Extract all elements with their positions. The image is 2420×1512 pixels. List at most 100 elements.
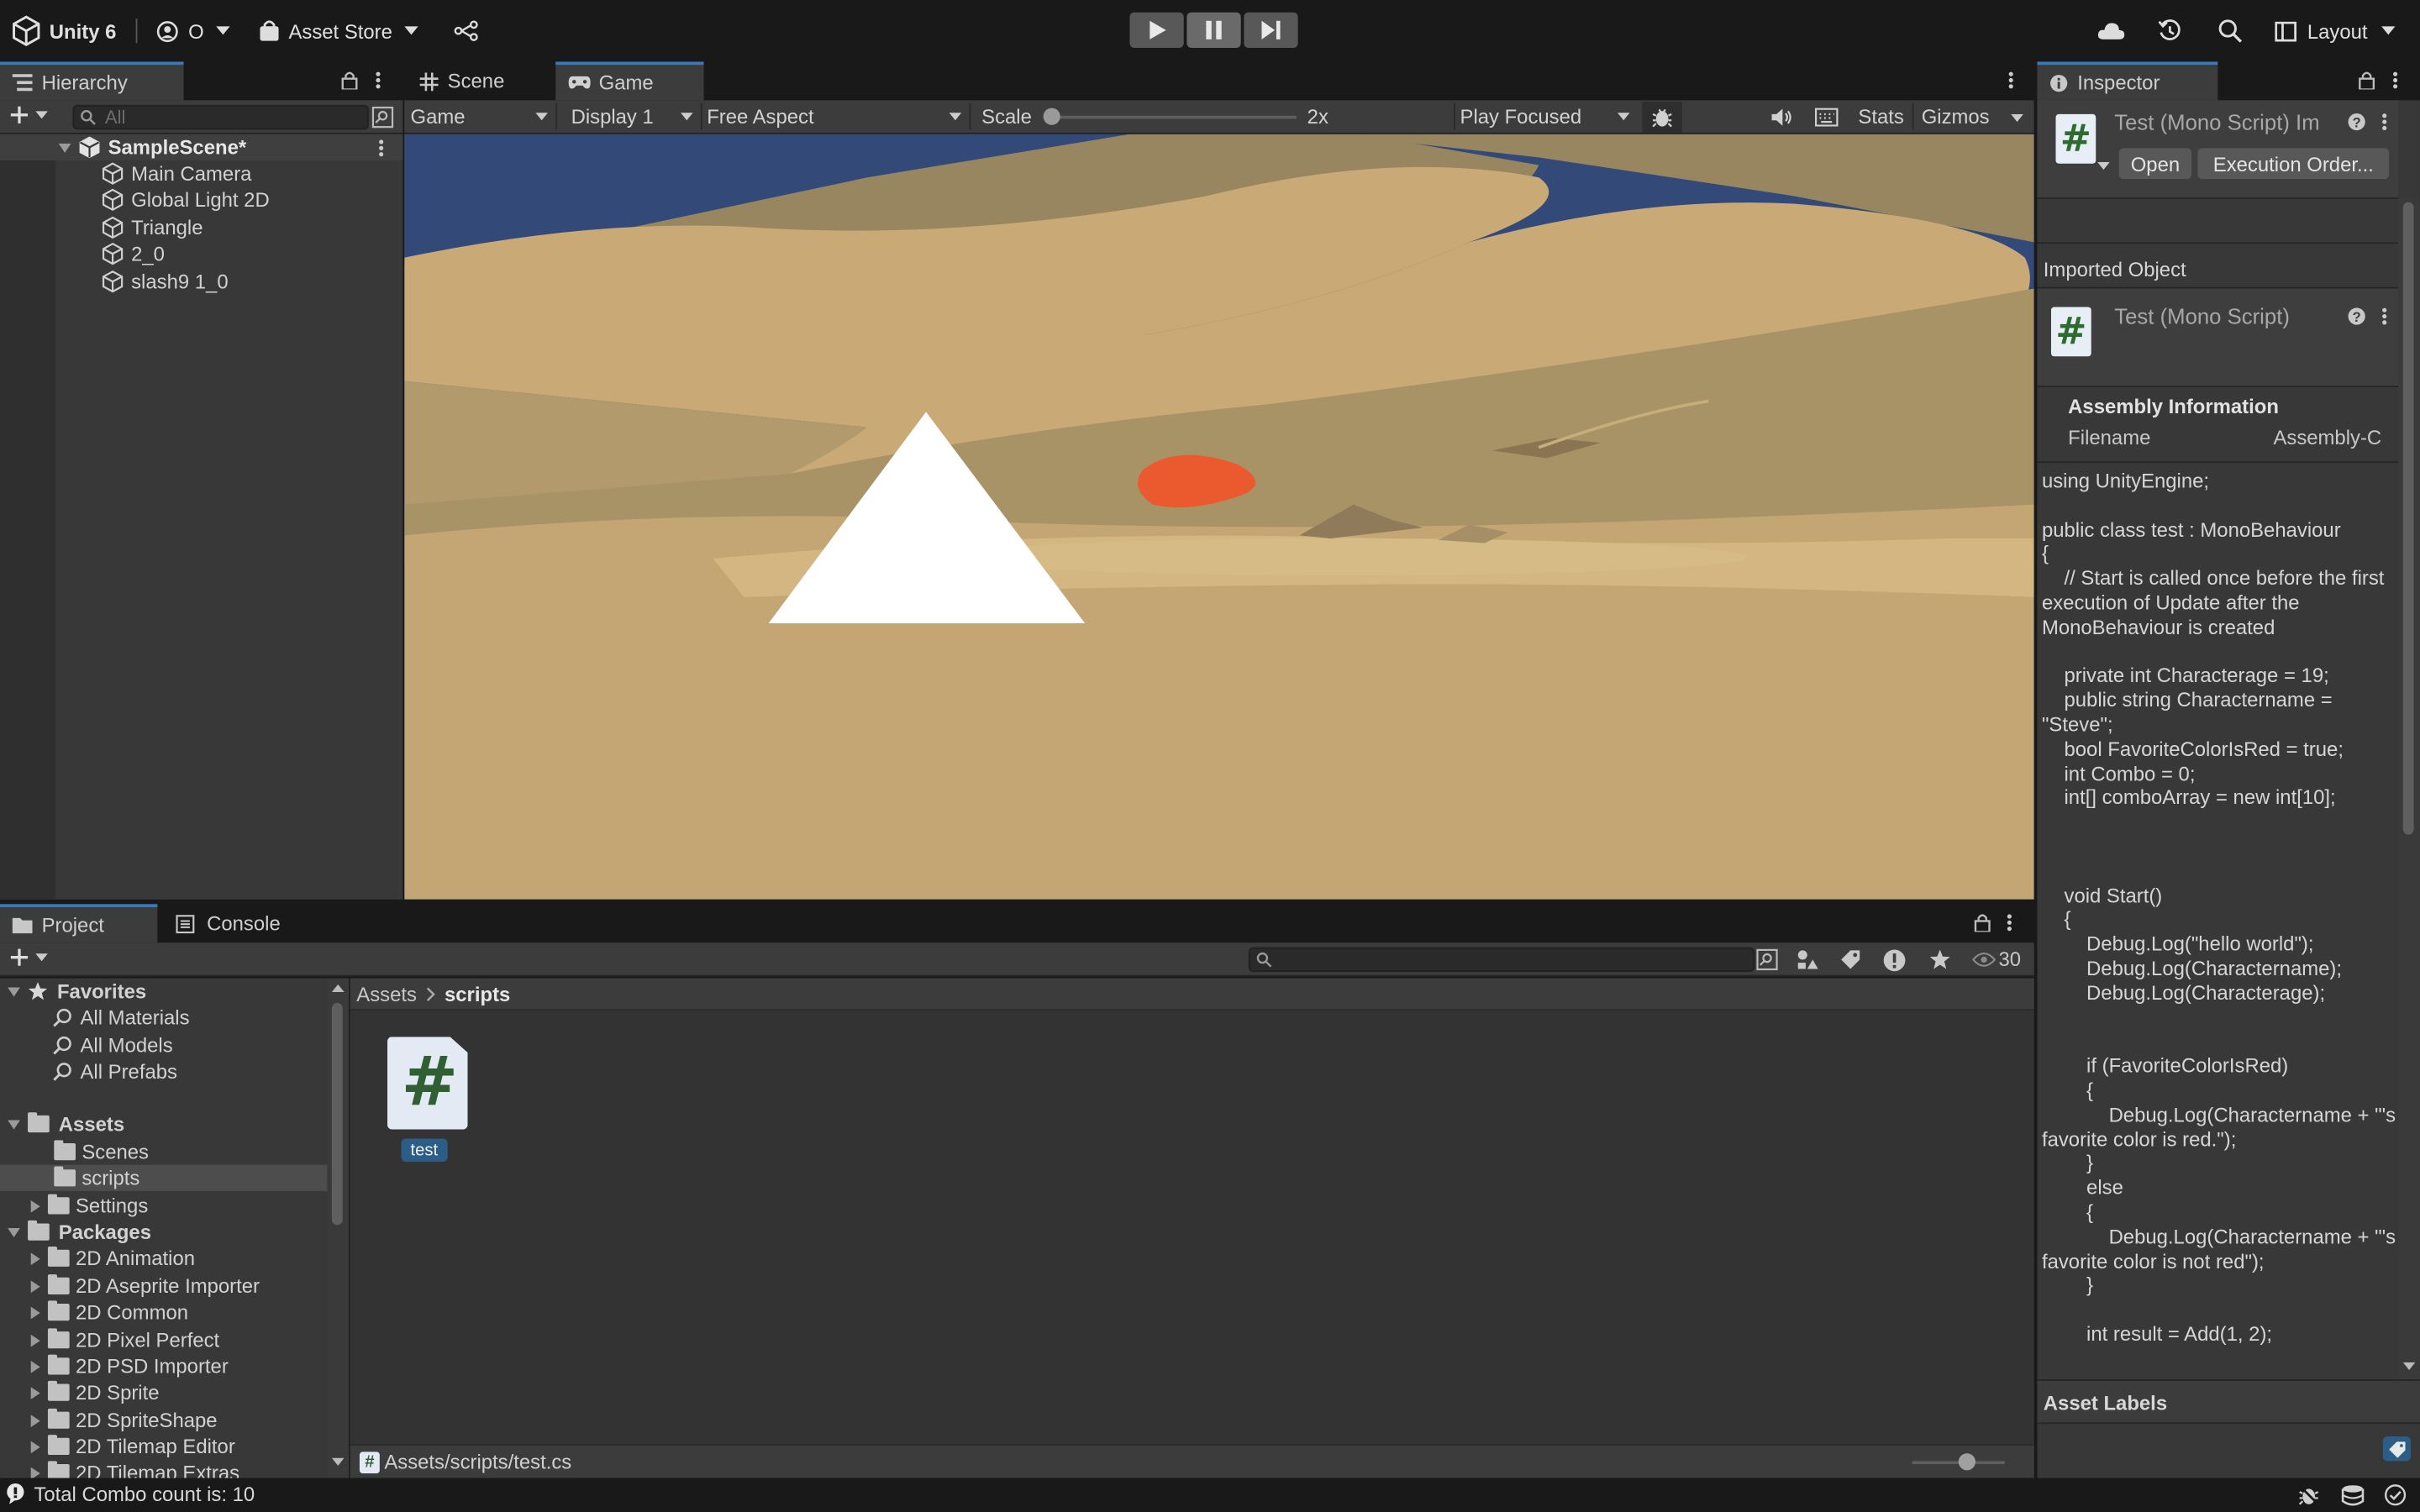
lock-icon[interactable] xyxy=(341,71,358,90)
pause-button[interactable] xyxy=(1186,12,1241,48)
warning-filter-icon[interactable] xyxy=(1883,949,1907,973)
hierarchy-panel: Hierarchy All SampleScene* Main Camera G… xyxy=(0,61,403,900)
game-viewport[interactable] xyxy=(404,134,2034,900)
search-button[interactable] xyxy=(2217,13,2243,50)
breadcrumb-root[interactable]: Assets xyxy=(356,982,417,1005)
help-icon[interactable]: ? xyxy=(2348,307,2366,326)
package-item[interactable]: 2D Tilemap Editor xyxy=(30,1433,235,1459)
game-mode-dropdown[interactable]: Game xyxy=(404,100,555,133)
scene-kebab-icon[interactable] xyxy=(378,139,384,157)
hierarchy-item[interactable]: 2_0 xyxy=(102,241,165,267)
package-item[interactable]: 2D Tilemap Extras xyxy=(30,1460,240,1478)
tab-game[interactable]: Game xyxy=(555,61,704,101)
tab-inspector[interactable]: Inspector xyxy=(2037,61,2218,101)
scene-row[interactable]: SampleScene* xyxy=(0,134,403,161)
folder-item[interactable]: Settings xyxy=(30,1193,148,1219)
inspector-scrollbar[interactable] xyxy=(2398,198,2420,1380)
layout-dropdown[interactable]: Layout xyxy=(2275,13,2396,50)
lock-icon[interactable] xyxy=(1974,913,1991,932)
kebab-menu-icon[interactable] xyxy=(2381,307,2387,326)
main-toolbar: Unity 6 O Asset Store Layout xyxy=(0,0,2420,62)
kebab-menu-icon[interactable] xyxy=(2392,71,2398,89)
breadcrumb-current[interactable]: scripts xyxy=(445,982,510,1005)
help-icon[interactable]: ? xyxy=(2348,113,2366,131)
undo-history-button[interactable] xyxy=(2158,13,2182,50)
favorite-item[interactable]: All Prefabs xyxy=(52,1058,177,1084)
lock-icon[interactable] xyxy=(2358,71,2375,90)
package-label: 2D Tilemap Extras xyxy=(75,1461,240,1478)
chevron-down-icon[interactable] xyxy=(2011,113,2023,123)
chevron-down-icon xyxy=(216,26,230,35)
add-object-button[interactable] xyxy=(9,105,48,125)
execution-order-button[interactable]: Execution Order... xyxy=(2197,148,2390,180)
tab-scene[interactable]: Scene xyxy=(408,61,555,100)
asset-labels-header[interactable]: Asset Labels xyxy=(2037,1379,2420,1425)
step-button[interactable] xyxy=(1244,12,1298,48)
display-dropdown[interactable]: Display 1 xyxy=(565,100,701,133)
open-button[interactable]: Open xyxy=(2118,148,2192,180)
assets-root[interactable]: Assets xyxy=(8,1110,124,1137)
keyboard-icon[interactable] xyxy=(1814,108,1839,127)
asset-store-dropdown[interactable]: Asset Store xyxy=(260,13,419,50)
package-item[interactable]: 2D Aseprite Importer xyxy=(30,1273,260,1299)
console-status-message[interactable]: Total Combo count is: 10 xyxy=(6,1483,255,1506)
play-button[interactable] xyxy=(1129,12,1184,48)
favorite-item[interactable]: All Materials xyxy=(52,1005,190,1031)
cloud-button[interactable] xyxy=(2097,13,2125,50)
project-search-input[interactable] xyxy=(1248,947,1755,973)
tab-hierarchy[interactable]: Hierarchy xyxy=(0,61,184,101)
cache-server-icon[interactable] xyxy=(2341,1484,2365,1506)
kebab-menu-icon[interactable] xyxy=(2007,913,2012,932)
package-item[interactable]: 2D SpriteShape xyxy=(30,1407,218,1433)
chevron-down-icon[interactable] xyxy=(2097,161,2110,171)
scrollbar-thumb[interactable] xyxy=(331,1002,343,1226)
add-label-button[interactable] xyxy=(2382,1436,2411,1462)
package-item[interactable]: 2D Pixel Perfect xyxy=(30,1327,219,1353)
tab-project[interactable]: Project xyxy=(0,904,158,943)
audio-mute-icon[interactable] xyxy=(1770,107,1794,129)
debug-mode-icon[interactable] xyxy=(2298,1484,2320,1506)
gizmos-button[interactable]: Gizmos xyxy=(1922,105,1990,129)
icon-size-slider-thumb[interactable] xyxy=(1958,1453,1975,1471)
filter-by-type-icon[interactable] xyxy=(1797,949,1820,971)
kebab-menu-icon[interactable] xyxy=(2008,71,2014,89)
unity-menu[interactable]: Unity 6 xyxy=(13,13,116,50)
folder-item-selected[interactable]: scripts xyxy=(0,1164,328,1191)
package-item[interactable]: 2D Animation xyxy=(30,1245,195,1271)
hierarchy-search-input[interactable]: All xyxy=(72,104,369,130)
tree-scrollbar[interactable] xyxy=(327,978,350,1478)
scale-slider-thumb[interactable] xyxy=(1043,108,1060,125)
favorites-header[interactable]: Favorites xyxy=(8,978,146,1004)
package-item[interactable]: 2D PSD Importer xyxy=(30,1353,229,1379)
kebab-menu-icon[interactable] xyxy=(375,71,381,89)
tab-console[interactable]: Console xyxy=(164,904,312,942)
create-asset-button[interactable] xyxy=(9,948,48,968)
aspect-dropdown[interactable]: Free Aspect xyxy=(701,100,970,133)
check-circle-icon[interactable] xyxy=(2384,1484,2407,1506)
bug-button[interactable] xyxy=(1642,102,1683,133)
kebab-menu-icon[interactable] xyxy=(2381,113,2387,131)
star-icon[interactable] xyxy=(1929,949,1951,971)
package-item[interactable]: 2D Sprite xyxy=(30,1379,160,1405)
play-focus-dropdown[interactable]: Play Focused xyxy=(1454,100,1633,133)
version-control-button[interactable] xyxy=(454,13,478,50)
filter-by-label-icon[interactable] xyxy=(1839,949,1861,971)
favorite-item[interactable]: All Models xyxy=(52,1032,173,1058)
hierarchy-item[interactable]: Main Camera xyxy=(102,160,251,186)
hierarchy-item[interactable]: Triangle xyxy=(102,214,203,240)
stats-button[interactable]: Stats xyxy=(1858,105,1903,129)
search-scope-icon[interactable] xyxy=(1756,948,1778,971)
folder-icon xyxy=(54,1140,76,1161)
scrollbar-thumb[interactable] xyxy=(2402,202,2414,835)
hidden-packages-toggle[interactable]: 30 xyxy=(1972,948,2021,970)
hierarchy-item[interactable]: slash9 1_0 xyxy=(102,269,229,295)
package-item[interactable]: 2D Common xyxy=(30,1299,188,1326)
scale-slider-track[interactable] xyxy=(1049,115,1297,119)
asset-tile[interactable]: # test xyxy=(384,1037,471,1166)
scene-search-icon[interactable] xyxy=(371,106,394,129)
play-mode-label: Play Focused xyxy=(1460,104,1582,129)
packages-root[interactable]: Packages xyxy=(8,1219,151,1245)
account-dropdown[interactable]: O xyxy=(156,13,230,50)
hierarchy-item[interactable]: Global Light 2D xyxy=(102,186,270,213)
folder-item[interactable]: Scenes xyxy=(54,1138,149,1164)
